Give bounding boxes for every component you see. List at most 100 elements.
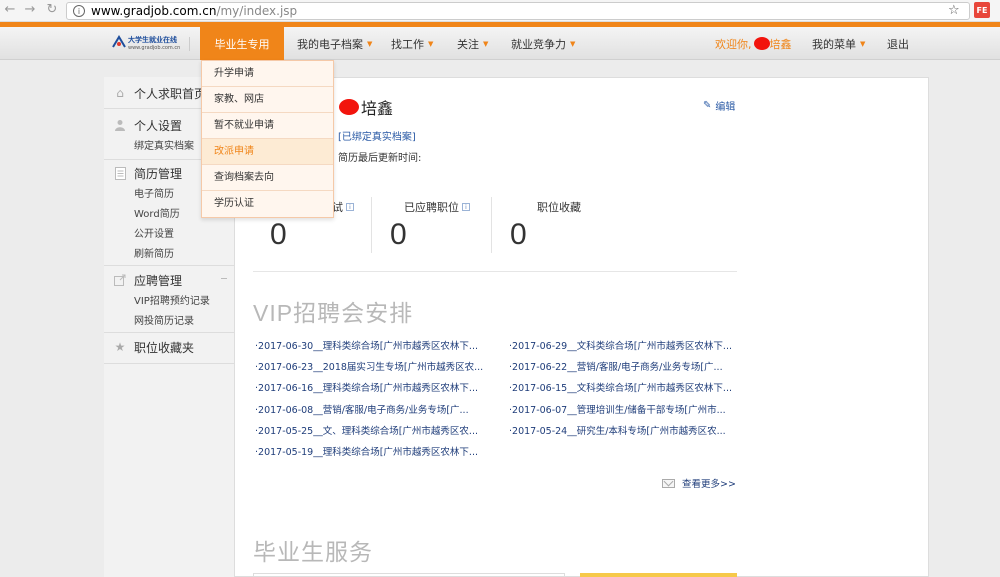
logout-link[interactable]: 退出 [887, 27, 909, 60]
user-name-text: 培鑫 [361, 99, 394, 118]
collapse-icon[interactable] [221, 278, 227, 279]
welcome-label: 欢迎你, [715, 37, 752, 51]
jobfair-link[interactable]: ·2017-06-07__管理培训生/储备干部专场[广州市... [509, 402, 741, 416]
user-name: 培鑫 [337, 95, 393, 119]
nav-label: 毕业生专用 [214, 37, 270, 51]
sidebar-section-applications: 应聘管理 VIP招聘预约记录 网投简历记录 [104, 268, 235, 332]
edit-label: 编辑 [715, 102, 736, 113]
graduate-dropdown-menu: 升学申请 家教、网店 暂不就业申请 改派申请 查询档案去向 学历认证 [201, 60, 334, 218]
site-header: 大学生就业在线 www.gradjob.com.cn 毕业生专用 我的电子档案 ▼… [0, 27, 1000, 60]
stat-interview-label: 试i [332, 199, 354, 215]
sidebar-subitem-refresh-resume[interactable]: 刷新简历 [104, 245, 235, 265]
view-more-link[interactable]: 查看更多>> [662, 476, 736, 490]
nav-divider [189, 37, 190, 51]
sidebar-item-label: 简历管理 [134, 166, 183, 181]
export-icon [113, 273, 127, 287]
nav-competitiveness[interactable]: 就业竞争力 ▼ [511, 27, 575, 60]
sidebar-subitem-vip-records[interactable]: VIP招聘预约记录 [104, 292, 235, 312]
jobfair-link[interactable]: ·2017-05-24__研究生/本科专场[广州市越秀区农... [509, 423, 741, 437]
nav-label: 退出 [887, 37, 909, 51]
sidebar-section-favorites: ★ 职位收藏夹 [104, 335, 235, 359]
stat-interview-value[interactable]: 0 [270, 218, 287, 252]
menu-item-tutor-shop[interactable]: 家教、网店 [202, 87, 333, 113]
nav-find-job[interactable]: 找工作 ▼ [391, 27, 433, 60]
welcome-name: 培鑫 [769, 37, 792, 51]
nav-label: 关注 [457, 37, 479, 51]
sidebar-item-favorites[interactable]: ★ 职位收藏夹 [104, 335, 235, 359]
url-host: www.gradjob.com.cn [91, 4, 217, 18]
redaction-mark [753, 37, 770, 50]
star-icon: ★ [114, 340, 126, 354]
nav-my-menu[interactable]: 我的菜单 ▼ [812, 27, 865, 60]
logo-title: 大学生就业在线 [128, 35, 177, 44]
chevron-down-icon: ▼ [428, 39, 434, 48]
jobfair-link[interactable]: ·2017-06-08__营销/客服/电子商务/业务专场[广... [255, 402, 487, 416]
pencil-icon: ✎ [703, 100, 712, 111]
edit-profile-link[interactable]: ✎ 编辑 [703, 98, 735, 113]
back-arrow-icon[interactable]: ← [0, 2, 20, 17]
service-section-title: 毕业生服务 [253, 539, 373, 565]
sidebar-item-label: 应聘管理 [134, 273, 183, 288]
jobfair-link[interactable]: ·2017-06-16__理科类综合场[广州市越秀区农林下... [255, 380, 487, 394]
welcome-text[interactable]: 欢迎你, 培鑫 [715, 27, 792, 60]
browser-toolbar: ← → ↻ i www.gradjob.com.cn/my/index.jsp … [0, 0, 1000, 22]
home-icon: ⌂ [116, 86, 124, 100]
redaction-mark [339, 99, 359, 115]
service-banner[interactable] [580, 573, 737, 577]
jobfair-link[interactable]: ·2017-06-22__营销/客服/电子商务/业务专场[广... [509, 359, 741, 373]
jobfair-link[interactable]: ·2017-06-23__2018届实习生专场[广州市越秀区农... [255, 359, 487, 373]
jobfair-link[interactable]: ·2017-05-25__文、理科类综合场[广州市越秀区农... [255, 423, 487, 437]
forward-arrow-icon[interactable]: → [20, 2, 40, 17]
bookmark-star-icon[interactable]: ☆ [948, 3, 960, 18]
nav-follow[interactable]: 关注 ▼ [457, 27, 488, 60]
stat-label-text: 已应聘职位 [404, 201, 459, 214]
sidebar-subitem-online-records[interactable]: 网投简历记录 [104, 312, 235, 332]
stat-applied-value[interactable]: 0 [390, 218, 407, 252]
nav-label: 就业竞争力 [511, 37, 566, 51]
stat-label-text: 职位收藏 [537, 201, 581, 214]
logo-mark-icon [112, 35, 126, 48]
service-card[interactable] [253, 573, 565, 577]
divider [104, 363, 235, 364]
chevron-down-icon: ▼ [367, 39, 373, 48]
menu-item-further-study[interactable]: 升学申请 [202, 61, 333, 87]
nav-label: 我的菜单 [812, 37, 856, 51]
divider [104, 332, 235, 333]
stat-applied-label: 已应聘职位 i [404, 199, 470, 215]
jobfair-link[interactable]: ·2017-06-15__文科类综合场[广州市越秀区农林下... [509, 380, 741, 394]
sidebar-item-applications[interactable]: 应聘管理 [104, 268, 235, 292]
sidebar-item-label: 个人求职首页 [134, 86, 207, 101]
reload-icon[interactable]: ↻ [42, 2, 62, 17]
bound-archive-link[interactable]: [已绑定真实档案] [338, 128, 416, 143]
menu-item-archive-destination[interactable]: 查询档案去向 [202, 165, 333, 191]
stat-divider [491, 197, 492, 253]
sidebar-item-label: 职位收藏夹 [134, 340, 195, 355]
menu-item-reassignment[interactable]: 改派申请 [202, 139, 333, 165]
address-bar[interactable]: i www.gradjob.com.cn/my/index.jsp [66, 2, 970, 20]
menu-item-defer-employment[interactable]: 暂不就业申请 [202, 113, 333, 139]
chevron-down-icon: ▼ [860, 39, 866, 48]
chevron-down-icon: ▼ [483, 39, 489, 48]
menu-item-degree-verification[interactable]: 学历认证 [202, 191, 333, 217]
info-icon[interactable]: i [73, 5, 85, 17]
info-icon[interactable]: i [346, 203, 354, 211]
stat-favorites-value[interactable]: 0 [510, 218, 527, 252]
view-more-label: 查看更多>> [682, 479, 736, 490]
nav-label: 我的电子档案 [297, 37, 363, 51]
site-logo[interactable]: 大学生就业在线 www.gradjob.com.cn [112, 34, 184, 54]
resume-update-time: 简历最后更新时间: [338, 153, 422, 164]
info-icon[interactable]: i [462, 203, 470, 211]
sidebar-subitem-public-settings[interactable]: 公开设置 [104, 225, 235, 245]
extension-icon[interactable]: FE [974, 2, 990, 18]
user-icon [113, 118, 127, 132]
nav-graduate-only[interactable]: 毕业生专用 [200, 27, 284, 60]
nav-my-archive[interactable]: 我的电子档案 ▼ [297, 27, 372, 60]
nav-label: 找工作 [391, 37, 424, 51]
jobfair-link[interactable]: ·2017-06-29__文科类综合场[广州市越秀区农林下... [509, 338, 741, 352]
sidebar-item-label: 个人设置 [134, 118, 183, 133]
jobfair-link[interactable]: ·2017-05-19__理科类综合场[广州市越秀区农林下... [255, 444, 487, 458]
document-icon [113, 166, 127, 180]
divider [104, 265, 235, 266]
mail-icon [662, 478, 675, 488]
jobfair-link[interactable]: ·2017-06-30__理科类综合场[广州市越秀区农林下... [255, 338, 487, 352]
